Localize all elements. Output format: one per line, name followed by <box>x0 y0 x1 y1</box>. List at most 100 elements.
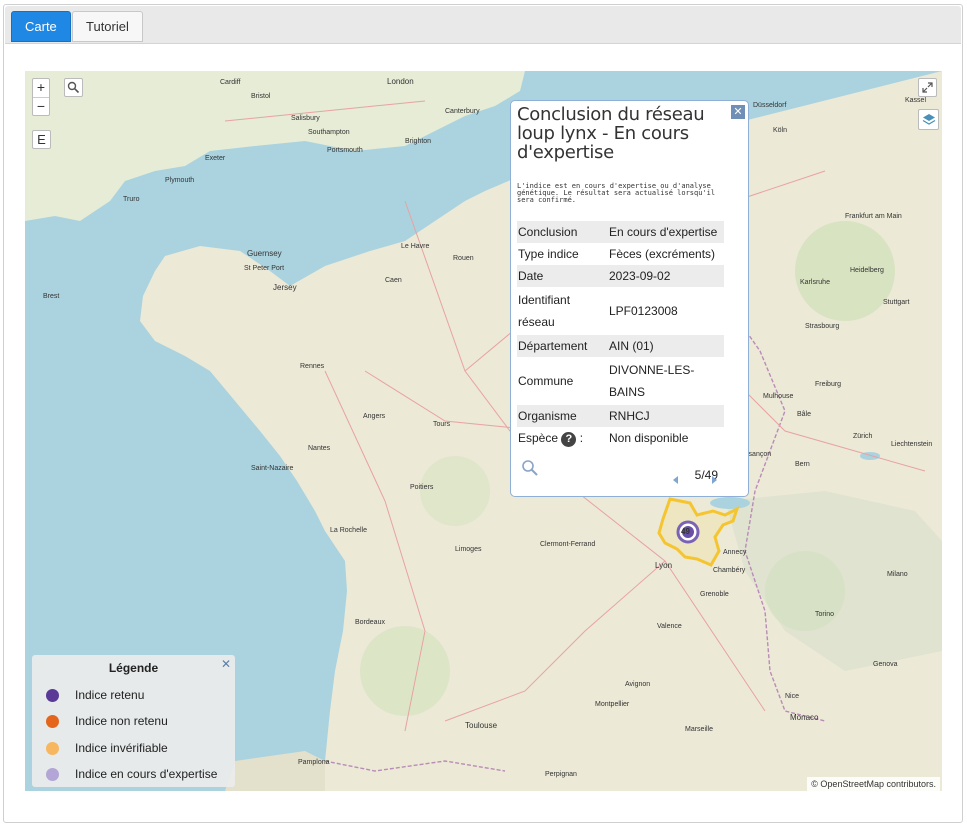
species-label: Espèce <box>518 431 559 445</box>
city-label: Annecy <box>723 549 747 556</box>
city-label: St Peter Port <box>244 265 285 272</box>
city-label: Nice <box>785 693 800 700</box>
city-label: Karlsruhe <box>800 279 830 286</box>
row-key: Identifiant réseau <box>518 293 571 329</box>
legend-dot-icon <box>46 741 59 755</box>
row-key: Espèce ? : <box>517 427 608 449</box>
table-row: Conclusion En cours d'expertise <box>517 221 724 243</box>
info-popup: Conclusion du réseau loup lynx - En cour… <box>510 100 749 497</box>
city-label: Perpignan <box>545 771 577 778</box>
row-key: Date <box>517 265 608 287</box>
zoom-out-button[interactable]: − <box>33 97 49 115</box>
city-label: Marseille <box>685 726 714 733</box>
table-row: Organisme RNHCJ <box>517 405 724 427</box>
city-label: Bordeaux <box>355 619 385 626</box>
city-label: Salisbury <box>291 115 320 122</box>
tab-carte[interactable]: Carte <box>11 11 71 42</box>
city-label: Düsseldorf <box>753 102 787 109</box>
row-key: Département <box>517 335 608 357</box>
city-label: Rennes <box>300 363 325 370</box>
city-label: Toulouse <box>465 721 498 730</box>
legend-dot-icon <box>46 767 59 781</box>
row-key: Organisme <box>517 405 608 427</box>
row-value: Non disponible <box>609 431 689 445</box>
city-label: Kassel <box>905 97 927 104</box>
legend-label: Indice invérifiable <box>75 741 168 755</box>
city-label: London <box>387 77 414 86</box>
zoom-in-button[interactable]: + <box>33 79 49 97</box>
city-label: Cardiff <box>220 79 241 86</box>
city-label: Brighton <box>405 138 432 145</box>
city-label: Poitiers <box>410 484 434 491</box>
city-label: Liechtenstein <box>891 441 933 448</box>
city-label: Monaco <box>790 713 819 722</box>
legend-item: Indice non retenu <box>46 711 168 731</box>
city-label: La Rochelle <box>330 527 367 534</box>
table-row: Département AIN (01) <box>517 335 724 357</box>
city-label: Heidelberg <box>850 267 884 274</box>
row-value: 2023-09-02 <box>608 265 724 287</box>
city-label: Truro <box>123 196 140 203</box>
city-label: Caen <box>385 277 402 284</box>
tab-bar: Carte Tutoriel <box>5 6 961 44</box>
city-label: Valence <box>657 623 682 630</box>
help-icon[interactable]: ? <box>561 432 577 447</box>
table-row: Espèce ? : Non disponible <box>517 427 724 449</box>
zoom-control: + − <box>32 78 50 116</box>
city-label: Guernsey <box>247 249 282 258</box>
map-attribution[interactable]: © OpenStreetMap contributors. <box>807 777 940 791</box>
legend-dot-icon <box>46 688 59 702</box>
popup-close-button[interactable]: ✕ <box>731 105 745 119</box>
tab-tutoriel[interactable]: Tutoriel <box>72 11 143 42</box>
city-label: Angers <box>363 413 386 420</box>
city-label: Mulhouse <box>763 393 794 400</box>
city-label: Limoges <box>455 546 482 553</box>
city-label: Genova <box>873 661 898 668</box>
table-row: Commune DIVONNE-LES-BAINS <box>517 357 724 405</box>
app-frame: Carte Tutoriel London Cardiff Bristol Sa… <box>3 4 963 823</box>
city-label: Jersey <box>273 283 297 292</box>
cluster-count[interactable]: 49 <box>681 527 690 536</box>
legend-title: Légende <box>108 661 159 675</box>
row-value: LPF0123008 <box>609 304 678 318</box>
popup-note: L'indice est en cours d'expertise ou d'a… <box>517 182 716 204</box>
city-label: Le Havre <box>401 243 430 250</box>
edit-mode-button[interactable]: E <box>32 130 51 149</box>
city-label: Southampton <box>308 129 350 136</box>
city-label: Portsmouth <box>327 147 363 154</box>
city-label: Montpellier <box>595 701 630 708</box>
popup-zoom-button[interactable] <box>521 459 539 480</box>
layers-button[interactable] <box>918 109 939 130</box>
row-key: Commune <box>518 374 574 388</box>
city-label: Köln <box>773 127 788 134</box>
map-search-button[interactable] <box>64 78 83 97</box>
city-label: Grenoble <box>700 591 729 598</box>
city-label: Saint-Nazaire <box>251 465 294 472</box>
city-label: Avignon <box>625 681 651 688</box>
city-label: Torino <box>815 611 835 618</box>
search-icon <box>67 81 80 94</box>
city-label: Stuttgart <box>883 299 910 306</box>
map-view[interactable]: London Cardiff Bristol Salisbury Southam… <box>25 71 942 791</box>
table-row: Identifiant réseau LPF0123008 <box>517 287 724 335</box>
prev-arrow-icon[interactable] <box>673 476 678 484</box>
table-row: Date 2023-09-02 <box>517 265 724 287</box>
magnifier-icon <box>522 460 538 476</box>
row-value: DIVONNE-LES-BAINS <box>609 363 695 399</box>
legend-label: Indice en cours d'expertise <box>75 767 218 781</box>
city-label: Zürich <box>853 433 873 440</box>
city-label: Freiburg <box>815 381 842 388</box>
legend-close-button[interactable]: ✕ <box>221 657 231 671</box>
row-value: Fèces (excréments) <box>609 247 716 261</box>
city-label: Bâle <box>797 411 812 418</box>
fullscreen-icon <box>922 82 933 93</box>
legend-item: Indice invérifiable <box>46 738 168 758</box>
table-row: Type indice Fèces (excréments) <box>517 243 724 265</box>
city-label: Tours <box>433 421 451 428</box>
fullscreen-button[interactable] <box>918 78 937 97</box>
next-arrow-icon[interactable] <box>712 476 717 484</box>
city-label: Brest <box>43 293 60 300</box>
city-label: Lyon <box>655 561 673 570</box>
row-key: Conclusion <box>517 221 608 243</box>
city-label: Bern <box>795 461 810 468</box>
